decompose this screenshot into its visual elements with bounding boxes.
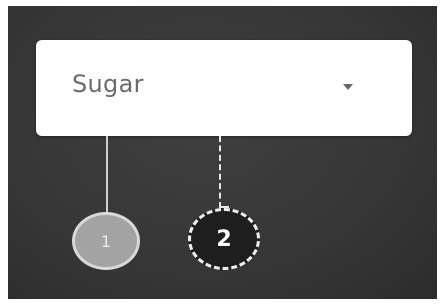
connector-line-2 [219, 136, 221, 208]
step-marker-2-label: 2 [216, 226, 232, 252]
step-marker-1[interactable]: 1 [72, 212, 140, 270]
dropdown-selected-value: Sugar [72, 70, 144, 98]
step-marker-2[interactable]: 2 [188, 208, 260, 270]
ingredient-dropdown[interactable]: Sugar [36, 40, 412, 136]
step-marker-1-label: 1 [100, 231, 112, 251]
chevron-down-icon [343, 84, 353, 90]
screen: Sugar 1 2 [0, 0, 443, 307]
